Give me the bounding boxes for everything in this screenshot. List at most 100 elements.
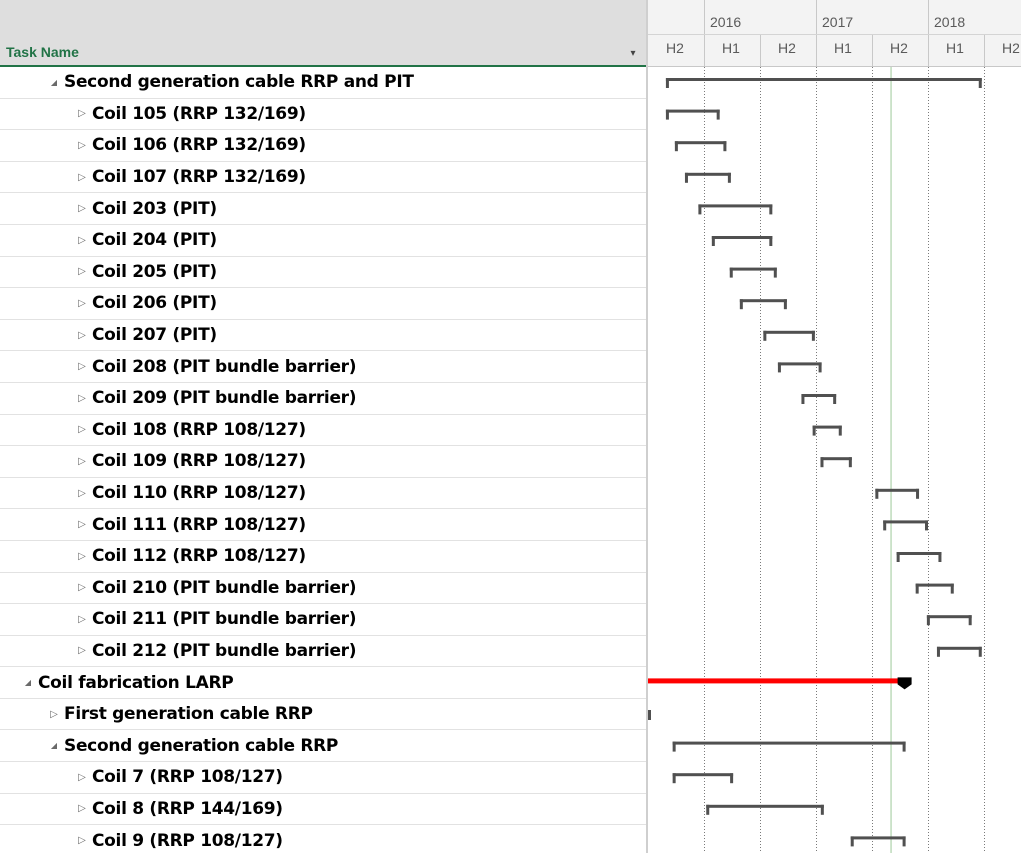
task-name: Second generation cable RRP [64, 735, 339, 756]
task-name: Coil 203 (PIT) [92, 198, 217, 219]
task-row[interactable]: ◢ Coil fabrication LARP [0, 667, 646, 699]
task-row[interactable]: ▷ Coil 207 (PIT) [0, 320, 646, 352]
task-row[interactable]: ▷ Coil 112 (RRP 108/127) [0, 541, 646, 573]
summary-bar[interactable] [665, 109, 720, 120]
expand-triangle-icon[interactable]: ▷ [76, 108, 88, 119]
task-row[interactable]: ▷ Coil 209 (PIT bundle barrier) [0, 383, 646, 415]
summary-bar[interactable] [674, 141, 727, 152]
task-name: Coil 205 (PIT) [92, 261, 217, 282]
summary-bar[interactable] [915, 583, 954, 594]
expand-triangle-icon[interactable]: ▷ [76, 772, 88, 783]
summary-bar[interactable] [706, 804, 824, 815]
expand-triangle-icon[interactable]: ▷ [76, 266, 88, 277]
half-label: H2 [666, 40, 684, 56]
task-name: Coil 106 (RRP 132/169) [92, 135, 306, 156]
expand-triangle-icon[interactable]: ▷ [76, 298, 88, 309]
summary-bar[interactable] [739, 299, 787, 310]
column-dropdown-icon[interactable]: ▾ [626, 47, 640, 61]
half-divider [928, 35, 929, 66]
expand-triangle-icon[interactable]: ▷ [76, 203, 88, 214]
task-row[interactable]: ◢ Second generation cable RRP and PIT [0, 67, 646, 99]
task-row[interactable]: ▷ Coil 108 (RRP 108/127) [0, 415, 646, 447]
task-row[interactable]: ▷ Coil 212 (PIT bundle barrier) [0, 636, 646, 668]
summary-bar[interactable] [936, 646, 982, 657]
expand-triangle-icon[interactable]: ▷ [76, 361, 88, 372]
expand-triangle-icon[interactable]: ▷ [76, 582, 88, 593]
gantt-bars-area[interactable] [648, 67, 1021, 853]
expand-triangle-icon[interactable]: ▷ [76, 424, 88, 435]
expand-triangle-icon[interactable]: ▷ [76, 330, 88, 341]
collapse-triangle-icon[interactable]: ◢ [48, 741, 60, 750]
expand-triangle-icon[interactable]: ▷ [48, 709, 60, 720]
task-row[interactable]: ▷ Coil 206 (PIT) [0, 288, 646, 320]
half-label: H2 [890, 40, 908, 56]
summary-bar[interactable] [883, 520, 928, 531]
summary-bar[interactable] [665, 78, 982, 88]
task-name: Coil 207 (PIT) [92, 325, 217, 346]
summary-bar[interactable] [672, 773, 734, 784]
summary-bar[interactable] [820, 457, 852, 468]
expand-triangle-icon[interactable]: ▷ [76, 393, 88, 404]
task-name: Coil 108 (RRP 108/127) [92, 419, 306, 440]
expand-triangle-icon[interactable]: ▷ [76, 835, 88, 846]
task-name: Coil 109 (RRP 108/127) [92, 451, 306, 472]
half-label: H2 [1002, 40, 1020, 56]
task-row[interactable]: ▷ Coil 110 (RRP 108/127) [0, 478, 646, 510]
summary-bar[interactable] [711, 236, 773, 246]
expand-triangle-icon[interactable]: ▷ [76, 488, 88, 499]
task-row[interactable]: ▷ Coil 204 (PIT) [0, 225, 646, 257]
task-name: Coil 208 (PIT bundle barrier) [92, 356, 357, 377]
expand-triangle-icon[interactable]: ▷ [76, 140, 88, 151]
task-name: Coil 105 (RRP 132/169) [92, 103, 306, 124]
summary-bar[interactable] [763, 330, 815, 341]
task-name: Coil 9 (RRP 108/127) [92, 830, 283, 851]
task-row[interactable]: ▷ Coil 107 (RRP 132/169) [0, 162, 646, 194]
summary-bar[interactable] [875, 488, 920, 499]
task-name: Second generation cable RRP and PIT [64, 72, 414, 93]
year-label: 2018 [934, 14, 966, 30]
summary-bar[interactable] [684, 172, 731, 183]
task-name-column-header[interactable]: Task Name [6, 44, 79, 60]
task-row[interactable]: ▷ Coil 105 (RRP 132/169) [0, 99, 646, 131]
expand-triangle-icon[interactable]: ▷ [76, 235, 88, 246]
collapse-triangle-icon[interactable]: ◢ [48, 78, 60, 87]
summary-bar[interactable] [801, 394, 837, 404]
expand-triangle-icon[interactable]: ▷ [76, 456, 88, 467]
task-row[interactable]: ▷ Coil 106 (RRP 132/169) [0, 130, 646, 162]
task-row[interactable]: ◢ Second generation cable RRP [0, 730, 646, 763]
expand-triangle-icon[interactable]: ▷ [76, 172, 88, 183]
task-row[interactable]: ▷ Coil 109 (RRP 108/127) [0, 446, 646, 478]
summary-bar[interactable] [812, 425, 842, 436]
expand-triangle-icon[interactable]: ▷ [76, 519, 88, 530]
task-row[interactable]: ▷ Coil 210 (PIT bundle barrier) [0, 573, 646, 605]
task-name: Coil 7 (RRP 108/127) [92, 767, 283, 788]
task-rows: ◢ Second generation cable RRP and PIT ▷ Coi… [0, 67, 646, 853]
summary-bar[interactable] [729, 267, 777, 278]
summary-bar[interactable] [648, 710, 651, 720]
task-row[interactable]: ▷ Coil 8 (RRP 144/169) [0, 794, 646, 826]
summary-bar[interactable] [698, 204, 773, 215]
half-label: H1 [834, 40, 852, 56]
expand-triangle-icon[interactable]: ▷ [76, 645, 88, 656]
critical-summary-bar[interactable] [648, 677, 912, 690]
task-row[interactable]: ▷ Coil 7 (RRP 108/127) [0, 762, 646, 794]
summary-bar[interactable] [672, 741, 906, 752]
expand-triangle-icon[interactable]: ▷ [76, 614, 88, 625]
summary-bar[interactable] [777, 362, 822, 373]
task-row[interactable]: ▷ Coil 203 (PIT) [0, 193, 646, 225]
summary-bar[interactable] [896, 552, 942, 562]
task-name: Coil 107 (RRP 132/169) [92, 167, 306, 188]
task-row[interactable]: ▷ Coil 208 (PIT bundle barrier) [0, 351, 646, 383]
summary-bar[interactable] [850, 836, 906, 847]
expand-triangle-icon[interactable]: ▷ [76, 551, 88, 562]
task-row[interactable]: ▷ Coil 9 (RRP 108/127) [0, 825, 646, 853]
half-divider [816, 35, 817, 66]
task-row[interactable]: ▷ First generation cable RRP [0, 699, 646, 731]
summary-bar[interactable] [926, 615, 972, 626]
task-row[interactable]: ▷ Coil 211 (PIT bundle barrier) [0, 604, 646, 636]
collapse-triangle-icon[interactable]: ◢ [22, 678, 34, 687]
expand-triangle-icon[interactable]: ▷ [76, 803, 88, 814]
task-row[interactable]: ▷ Coil 111 (RRP 108/127) [0, 509, 646, 541]
task-name: Coil 112 (RRP 108/127) [92, 546, 306, 567]
task-row[interactable]: ▷ Coil 205 (PIT) [0, 257, 646, 289]
